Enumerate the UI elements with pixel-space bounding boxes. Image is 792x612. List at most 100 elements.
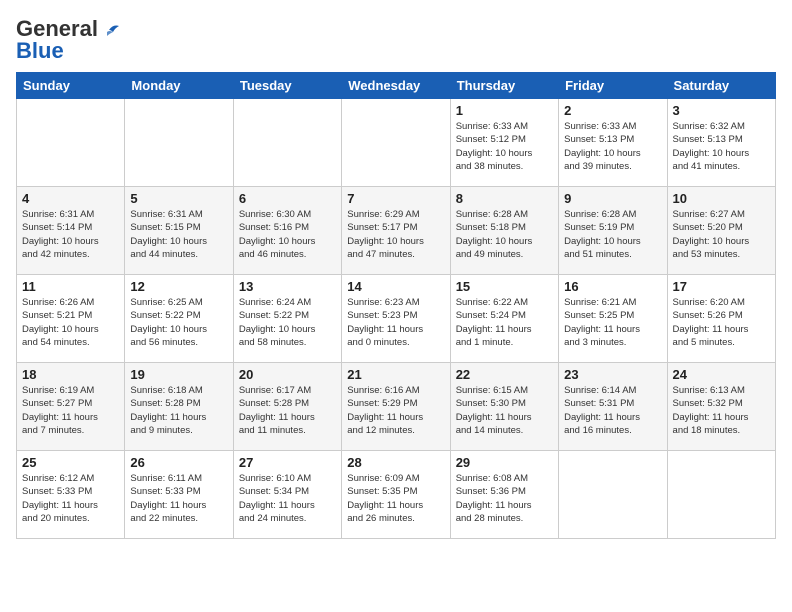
day-cell: 5 Sunrise: 6:31 AM Sunset: 5:15 PM Daylig… (125, 187, 233, 275)
day-number: 27 (239, 455, 336, 470)
column-header-saturday: Saturday (667, 73, 775, 99)
day-number: 8 (456, 191, 553, 206)
day-cell: 11Sunrise: 6:26 AM Sunset: 5:21 PM Dayli… (17, 275, 125, 363)
day-cell: 20 Sunrise: 6:17 AM Sunset: 5:28 PM Dayli… (233, 363, 341, 451)
day-info: Sunrise: 6:17 AM Sunset: 5:28 PM Dayligh… (239, 384, 336, 437)
day-info: Sunrise: 6:32 AM Sunset: 5:13 PM Dayligh… (673, 120, 770, 173)
day-number: 18 (22, 367, 119, 382)
day-number: 15 (456, 279, 553, 294)
column-header-wednesday: Wednesday (342, 73, 450, 99)
day-info: Sunrise: 6:24 AM Sunset: 5:22 PM Dayligh… (239, 296, 336, 349)
day-number: 20 (239, 367, 336, 382)
day-number: 6 (239, 191, 336, 206)
day-info: Sunrise: 6:27 AM Sunset: 5:20 PM Dayligh… (673, 208, 770, 261)
day-cell: 12 Sunrise: 6:25 AM Sunset: 5:22 PM Dayli… (125, 275, 233, 363)
week-row-3: 11Sunrise: 6:26 AM Sunset: 5:21 PM Dayli… (17, 275, 776, 363)
logo-blue-text: Blue (16, 38, 64, 64)
day-number: 28 (347, 455, 444, 470)
day-cell: 1 Sunrise: 6:33 AM Sunset: 5:12 PM Daylig… (450, 99, 558, 187)
day-cell: 18 Sunrise: 6:19 AM Sunset: 5:27 PM Dayli… (17, 363, 125, 451)
day-number: 19 (130, 367, 227, 382)
header: General Blue (16, 16, 776, 64)
day-number: 1 (456, 103, 553, 118)
day-cell: 7 Sunrise: 6:29 AM Sunset: 5:17 PM Daylig… (342, 187, 450, 275)
day-info: Sunrise: 6:14 AM Sunset: 5:31 PM Dayligh… (564, 384, 661, 437)
day-cell (667, 451, 775, 539)
day-cell: 14 Sunrise: 6:23 AM Sunset: 5:23 PM Dayli… (342, 275, 450, 363)
day-cell: 6 Sunrise: 6:30 AM Sunset: 5:16 PM Daylig… (233, 187, 341, 275)
day-number: 22 (456, 367, 553, 382)
day-number: 25 (22, 455, 119, 470)
day-info: Sunrise: 6:15 AM Sunset: 5:30 PM Dayligh… (456, 384, 553, 437)
calendar-header-row: SundayMondayTuesdayWednesdayThursdayFrid… (17, 73, 776, 99)
day-cell (559, 451, 667, 539)
day-info: Sunrise: 6:08 AM Sunset: 5:36 PM Dayligh… (456, 472, 553, 525)
day-cell: 4Sunrise: 6:31 AM Sunset: 5:14 PM Daylig… (17, 187, 125, 275)
day-info: Sunrise: 6:22 AM Sunset: 5:24 PM Dayligh… (456, 296, 553, 349)
day-cell: 27 Sunrise: 6:10 AM Sunset: 5:34 PM Dayli… (233, 451, 341, 539)
day-cell: 28 Sunrise: 6:09 AM Sunset: 5:35 PM Dayli… (342, 451, 450, 539)
day-cell: 22 Sunrise: 6:15 AM Sunset: 5:30 PM Dayli… (450, 363, 558, 451)
day-info: Sunrise: 6:28 AM Sunset: 5:18 PM Dayligh… (456, 208, 553, 261)
day-info: Sunrise: 6:31 AM Sunset: 5:15 PM Dayligh… (130, 208, 227, 261)
day-info: Sunrise: 6:29 AM Sunset: 5:17 PM Dayligh… (347, 208, 444, 261)
day-cell: 21 Sunrise: 6:16 AM Sunset: 5:29 PM Dayli… (342, 363, 450, 451)
day-info: Sunrise: 6:16 AM Sunset: 5:29 PM Dayligh… (347, 384, 444, 437)
day-cell: 13 Sunrise: 6:24 AM Sunset: 5:22 PM Dayli… (233, 275, 341, 363)
column-header-thursday: Thursday (450, 73, 558, 99)
day-number: 9 (564, 191, 661, 206)
day-cell (233, 99, 341, 187)
week-row-4: 18 Sunrise: 6:19 AM Sunset: 5:27 PM Dayli… (17, 363, 776, 451)
day-cell (342, 99, 450, 187)
day-info: Sunrise: 6:20 AM Sunset: 5:26 PM Dayligh… (673, 296, 770, 349)
day-number: 21 (347, 367, 444, 382)
day-info: Sunrise: 6:18 AM Sunset: 5:28 PM Dayligh… (130, 384, 227, 437)
day-number: 17 (673, 279, 770, 294)
day-cell (125, 99, 233, 187)
column-header-sunday: Sunday (17, 73, 125, 99)
logo: General Blue (16, 16, 122, 64)
day-cell: 26Sunrise: 6:11 AM Sunset: 5:33 PM Dayli… (125, 451, 233, 539)
day-cell: 3Sunrise: 6:32 AM Sunset: 5:13 PM Daylig… (667, 99, 775, 187)
day-cell: 2Sunrise: 6:33 AM Sunset: 5:13 PM Daylig… (559, 99, 667, 187)
day-cell: 15 Sunrise: 6:22 AM Sunset: 5:24 PM Dayli… (450, 275, 558, 363)
day-info: Sunrise: 6:33 AM Sunset: 5:12 PM Dayligh… (456, 120, 553, 173)
day-info: Sunrise: 6:28 AM Sunset: 5:19 PM Dayligh… (564, 208, 661, 261)
day-info: Sunrise: 6:30 AM Sunset: 5:16 PM Dayligh… (239, 208, 336, 261)
day-info: Sunrise: 6:25 AM Sunset: 5:22 PM Dayligh… (130, 296, 227, 349)
week-row-1: 1 Sunrise: 6:33 AM Sunset: 5:12 PM Daylig… (17, 99, 776, 187)
day-number: 5 (130, 191, 227, 206)
day-cell: 25 Sunrise: 6:12 AM Sunset: 5:33 PM Dayli… (17, 451, 125, 539)
day-info: Sunrise: 6:23 AM Sunset: 5:23 PM Dayligh… (347, 296, 444, 349)
day-cell (17, 99, 125, 187)
day-info: Sunrise: 6:10 AM Sunset: 5:34 PM Dayligh… (239, 472, 336, 525)
day-number: 23 (564, 367, 661, 382)
day-cell: 29 Sunrise: 6:08 AM Sunset: 5:36 PM Dayli… (450, 451, 558, 539)
day-info: Sunrise: 6:33 AM Sunset: 5:13 PM Dayligh… (564, 120, 661, 173)
day-cell: 24Sunrise: 6:13 AM Sunset: 5:32 PM Dayli… (667, 363, 775, 451)
day-number: 26 (130, 455, 227, 470)
day-info: Sunrise: 6:13 AM Sunset: 5:32 PM Dayligh… (673, 384, 770, 437)
day-number: 7 (347, 191, 444, 206)
day-number: 14 (347, 279, 444, 294)
day-number: 11 (22, 279, 119, 294)
day-number: 16 (564, 279, 661, 294)
day-info: Sunrise: 6:21 AM Sunset: 5:25 PM Dayligh… (564, 296, 661, 349)
day-number: 13 (239, 279, 336, 294)
day-cell: 16 Sunrise: 6:21 AM Sunset: 5:25 PM Dayli… (559, 275, 667, 363)
day-number: 12 (130, 279, 227, 294)
calendar-table: SundayMondayTuesdayWednesdayThursdayFrid… (16, 72, 776, 539)
day-cell: 8 Sunrise: 6:28 AM Sunset: 5:18 PM Daylig… (450, 187, 558, 275)
day-info: Sunrise: 6:12 AM Sunset: 5:33 PM Dayligh… (22, 472, 119, 525)
day-cell: 10Sunrise: 6:27 AM Sunset: 5:20 PM Dayli… (667, 187, 775, 275)
column-header-monday: Monday (125, 73, 233, 99)
day-number: 29 (456, 455, 553, 470)
column-header-friday: Friday (559, 73, 667, 99)
day-info: Sunrise: 6:09 AM Sunset: 5:35 PM Dayligh… (347, 472, 444, 525)
day-cell: 19 Sunrise: 6:18 AM Sunset: 5:28 PM Dayli… (125, 363, 233, 451)
day-info: Sunrise: 6:19 AM Sunset: 5:27 PM Dayligh… (22, 384, 119, 437)
day-cell: 9 Sunrise: 6:28 AM Sunset: 5:19 PM Daylig… (559, 187, 667, 275)
column-header-tuesday: Tuesday (233, 73, 341, 99)
week-row-2: 4Sunrise: 6:31 AM Sunset: 5:14 PM Daylig… (17, 187, 776, 275)
day-number: 4 (22, 191, 119, 206)
